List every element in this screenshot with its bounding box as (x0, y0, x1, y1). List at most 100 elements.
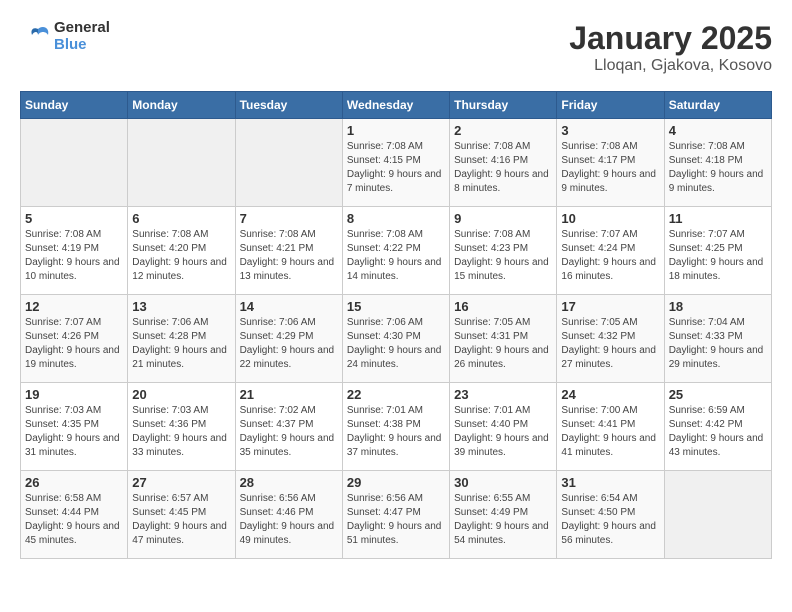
calendar-cell: 30 Sunrise: 6:55 AM Sunset: 4:49 PM Dayl… (450, 471, 557, 559)
calendar-cell: 22 Sunrise: 7:01 AM Sunset: 4:38 PM Dayl… (342, 383, 449, 471)
day-info: Sunrise: 7:08 AM Sunset: 4:21 PM Dayligh… (240, 228, 338, 284)
calendar-cell: 4 Sunrise: 7:08 AM Sunset: 4:18 PM Dayli… (664, 119, 771, 207)
day-number: 2 (454, 123, 552, 138)
calendar-cell: 13 Sunrise: 7:06 AM Sunset: 4:28 PM Dayl… (128, 295, 235, 383)
calendar-cell: 7 Sunrise: 7:08 AM Sunset: 4:21 PM Dayli… (235, 207, 342, 295)
day-number: 6 (132, 211, 230, 226)
calendar-cell: 21 Sunrise: 7:02 AM Sunset: 4:37 PM Dayl… (235, 383, 342, 471)
day-info: Sunrise: 7:08 AM Sunset: 4:19 PM Dayligh… (25, 228, 123, 284)
calendar-cell: 14 Sunrise: 7:06 AM Sunset: 4:29 PM Dayl… (235, 295, 342, 383)
day-info: Sunrise: 6:56 AM Sunset: 4:46 PM Dayligh… (240, 492, 338, 548)
day-info: Sunrise: 6:54 AM Sunset: 4:50 PM Dayligh… (561, 492, 659, 548)
day-number: 19 (25, 387, 123, 402)
calendar-cell (664, 471, 771, 559)
day-number: 12 (25, 299, 123, 314)
day-info: Sunrise: 7:07 AM Sunset: 4:25 PM Dayligh… (669, 228, 767, 284)
day-info: Sunrise: 7:08 AM Sunset: 4:16 PM Dayligh… (454, 140, 552, 196)
day-number: 11 (669, 211, 767, 226)
calendar-cell: 28 Sunrise: 6:56 AM Sunset: 4:46 PM Dayl… (235, 471, 342, 559)
day-number: 1 (347, 123, 445, 138)
day-number: 28 (240, 475, 338, 490)
calendar-cell: 27 Sunrise: 6:57 AM Sunset: 4:45 PM Dayl… (128, 471, 235, 559)
calendar-cell: 15 Sunrise: 7:06 AM Sunset: 4:30 PM Dayl… (342, 295, 449, 383)
day-number: 27 (132, 475, 230, 490)
calendar-subtitle: Lloqan, Gjakova, Kosovo (569, 57, 772, 75)
day-info: Sunrise: 6:59 AM Sunset: 4:42 PM Dayligh… (669, 404, 767, 460)
day-number: 22 (347, 387, 445, 402)
day-info: Sunrise: 6:56 AM Sunset: 4:47 PM Dayligh… (347, 492, 445, 548)
day-number: 17 (561, 299, 659, 314)
calendar-cell: 10 Sunrise: 7:07 AM Sunset: 4:24 PM Dayl… (557, 207, 664, 295)
day-info: Sunrise: 7:06 AM Sunset: 4:29 PM Dayligh… (240, 316, 338, 372)
day-number: 29 (347, 475, 445, 490)
calendar-cell: 8 Sunrise: 7:08 AM Sunset: 4:22 PM Dayli… (342, 207, 449, 295)
calendar-week-row: 26 Sunrise: 6:58 AM Sunset: 4:44 PM Dayl… (21, 471, 772, 559)
day-info: Sunrise: 7:07 AM Sunset: 4:24 PM Dayligh… (561, 228, 659, 284)
calendar-cell: 1 Sunrise: 7:08 AM Sunset: 4:15 PM Dayli… (342, 119, 449, 207)
day-info: Sunrise: 7:01 AM Sunset: 4:40 PM Dayligh… (454, 404, 552, 460)
day-info: Sunrise: 7:08 AM Sunset: 4:17 PM Dayligh… (561, 140, 659, 196)
calendar-cell: 12 Sunrise: 7:07 AM Sunset: 4:26 PM Dayl… (21, 295, 128, 383)
day-number: 26 (25, 475, 123, 490)
column-header-monday: Monday (128, 92, 235, 119)
day-info: Sunrise: 7:04 AM Sunset: 4:33 PM Dayligh… (669, 316, 767, 372)
day-info: Sunrise: 7:08 AM Sunset: 4:22 PM Dayligh… (347, 228, 445, 284)
day-number: 18 (669, 299, 767, 314)
logo-bird-icon (20, 21, 52, 53)
logo: General Blue (20, 20, 110, 53)
calendar-cell: 11 Sunrise: 7:07 AM Sunset: 4:25 PM Dayl… (664, 207, 771, 295)
logo-blue-text: Blue (54, 37, 110, 54)
column-header-saturday: Saturday (664, 92, 771, 119)
day-number: 9 (454, 211, 552, 226)
column-header-thursday: Thursday (450, 92, 557, 119)
calendar-cell: 24 Sunrise: 7:00 AM Sunset: 4:41 PM Dayl… (557, 383, 664, 471)
calendar-week-row: 12 Sunrise: 7:07 AM Sunset: 4:26 PM Dayl… (21, 295, 772, 383)
column-header-sunday: Sunday (21, 92, 128, 119)
column-header-wednesday: Wednesday (342, 92, 449, 119)
day-number: 16 (454, 299, 552, 314)
day-info: Sunrise: 7:05 AM Sunset: 4:31 PM Dayligh… (454, 316, 552, 372)
day-info: Sunrise: 7:03 AM Sunset: 4:36 PM Dayligh… (132, 404, 230, 460)
calendar-cell: 5 Sunrise: 7:08 AM Sunset: 4:19 PM Dayli… (21, 207, 128, 295)
day-number: 25 (669, 387, 767, 402)
calendar-cell: 3 Sunrise: 7:08 AM Sunset: 4:17 PM Dayli… (557, 119, 664, 207)
day-info: Sunrise: 7:06 AM Sunset: 4:30 PM Dayligh… (347, 316, 445, 372)
day-info: Sunrise: 6:55 AM Sunset: 4:49 PM Dayligh… (454, 492, 552, 548)
column-header-tuesday: Tuesday (235, 92, 342, 119)
logo-general-text: General (54, 20, 110, 37)
day-info: Sunrise: 7:06 AM Sunset: 4:28 PM Dayligh… (132, 316, 230, 372)
day-number: 3 (561, 123, 659, 138)
calendar-cell: 16 Sunrise: 7:05 AM Sunset: 4:31 PM Dayl… (450, 295, 557, 383)
day-number: 8 (347, 211, 445, 226)
day-number: 24 (561, 387, 659, 402)
day-number: 15 (347, 299, 445, 314)
day-number: 7 (240, 211, 338, 226)
calendar-cell: 31 Sunrise: 6:54 AM Sunset: 4:50 PM Dayl… (557, 471, 664, 559)
day-info: Sunrise: 7:07 AM Sunset: 4:26 PM Dayligh… (25, 316, 123, 372)
day-info: Sunrise: 7:08 AM Sunset: 4:18 PM Dayligh… (669, 140, 767, 196)
calendar-cell (128, 119, 235, 207)
day-number: 30 (454, 475, 552, 490)
day-number: 23 (454, 387, 552, 402)
calendar-cell: 25 Sunrise: 6:59 AM Sunset: 4:42 PM Dayl… (664, 383, 771, 471)
day-info: Sunrise: 7:05 AM Sunset: 4:32 PM Dayligh… (561, 316, 659, 372)
day-number: 14 (240, 299, 338, 314)
day-number: 13 (132, 299, 230, 314)
calendar-cell: 29 Sunrise: 6:56 AM Sunset: 4:47 PM Dayl… (342, 471, 449, 559)
calendar-cell: 26 Sunrise: 6:58 AM Sunset: 4:44 PM Dayl… (21, 471, 128, 559)
day-number: 31 (561, 475, 659, 490)
calendar-week-row: 1 Sunrise: 7:08 AM Sunset: 4:15 PM Dayli… (21, 119, 772, 207)
page-header: General Blue January 2025 Lloqan, Gjakov… (20, 20, 772, 75)
day-info: Sunrise: 6:57 AM Sunset: 4:45 PM Dayligh… (132, 492, 230, 548)
calendar-cell: 6 Sunrise: 7:08 AM Sunset: 4:20 PM Dayli… (128, 207, 235, 295)
day-info: Sunrise: 7:01 AM Sunset: 4:38 PM Dayligh… (347, 404, 445, 460)
day-number: 20 (132, 387, 230, 402)
calendar-week-row: 5 Sunrise: 7:08 AM Sunset: 4:19 PM Dayli… (21, 207, 772, 295)
calendar-cell: 18 Sunrise: 7:04 AM Sunset: 4:33 PM Dayl… (664, 295, 771, 383)
day-number: 10 (561, 211, 659, 226)
calendar-week-row: 19 Sunrise: 7:03 AM Sunset: 4:35 PM Dayl… (21, 383, 772, 471)
calendar-cell: 2 Sunrise: 7:08 AM Sunset: 4:16 PM Dayli… (450, 119, 557, 207)
calendar-cell: 20 Sunrise: 7:03 AM Sunset: 4:36 PM Dayl… (128, 383, 235, 471)
day-number: 5 (25, 211, 123, 226)
day-info: Sunrise: 7:08 AM Sunset: 4:23 PM Dayligh… (454, 228, 552, 284)
